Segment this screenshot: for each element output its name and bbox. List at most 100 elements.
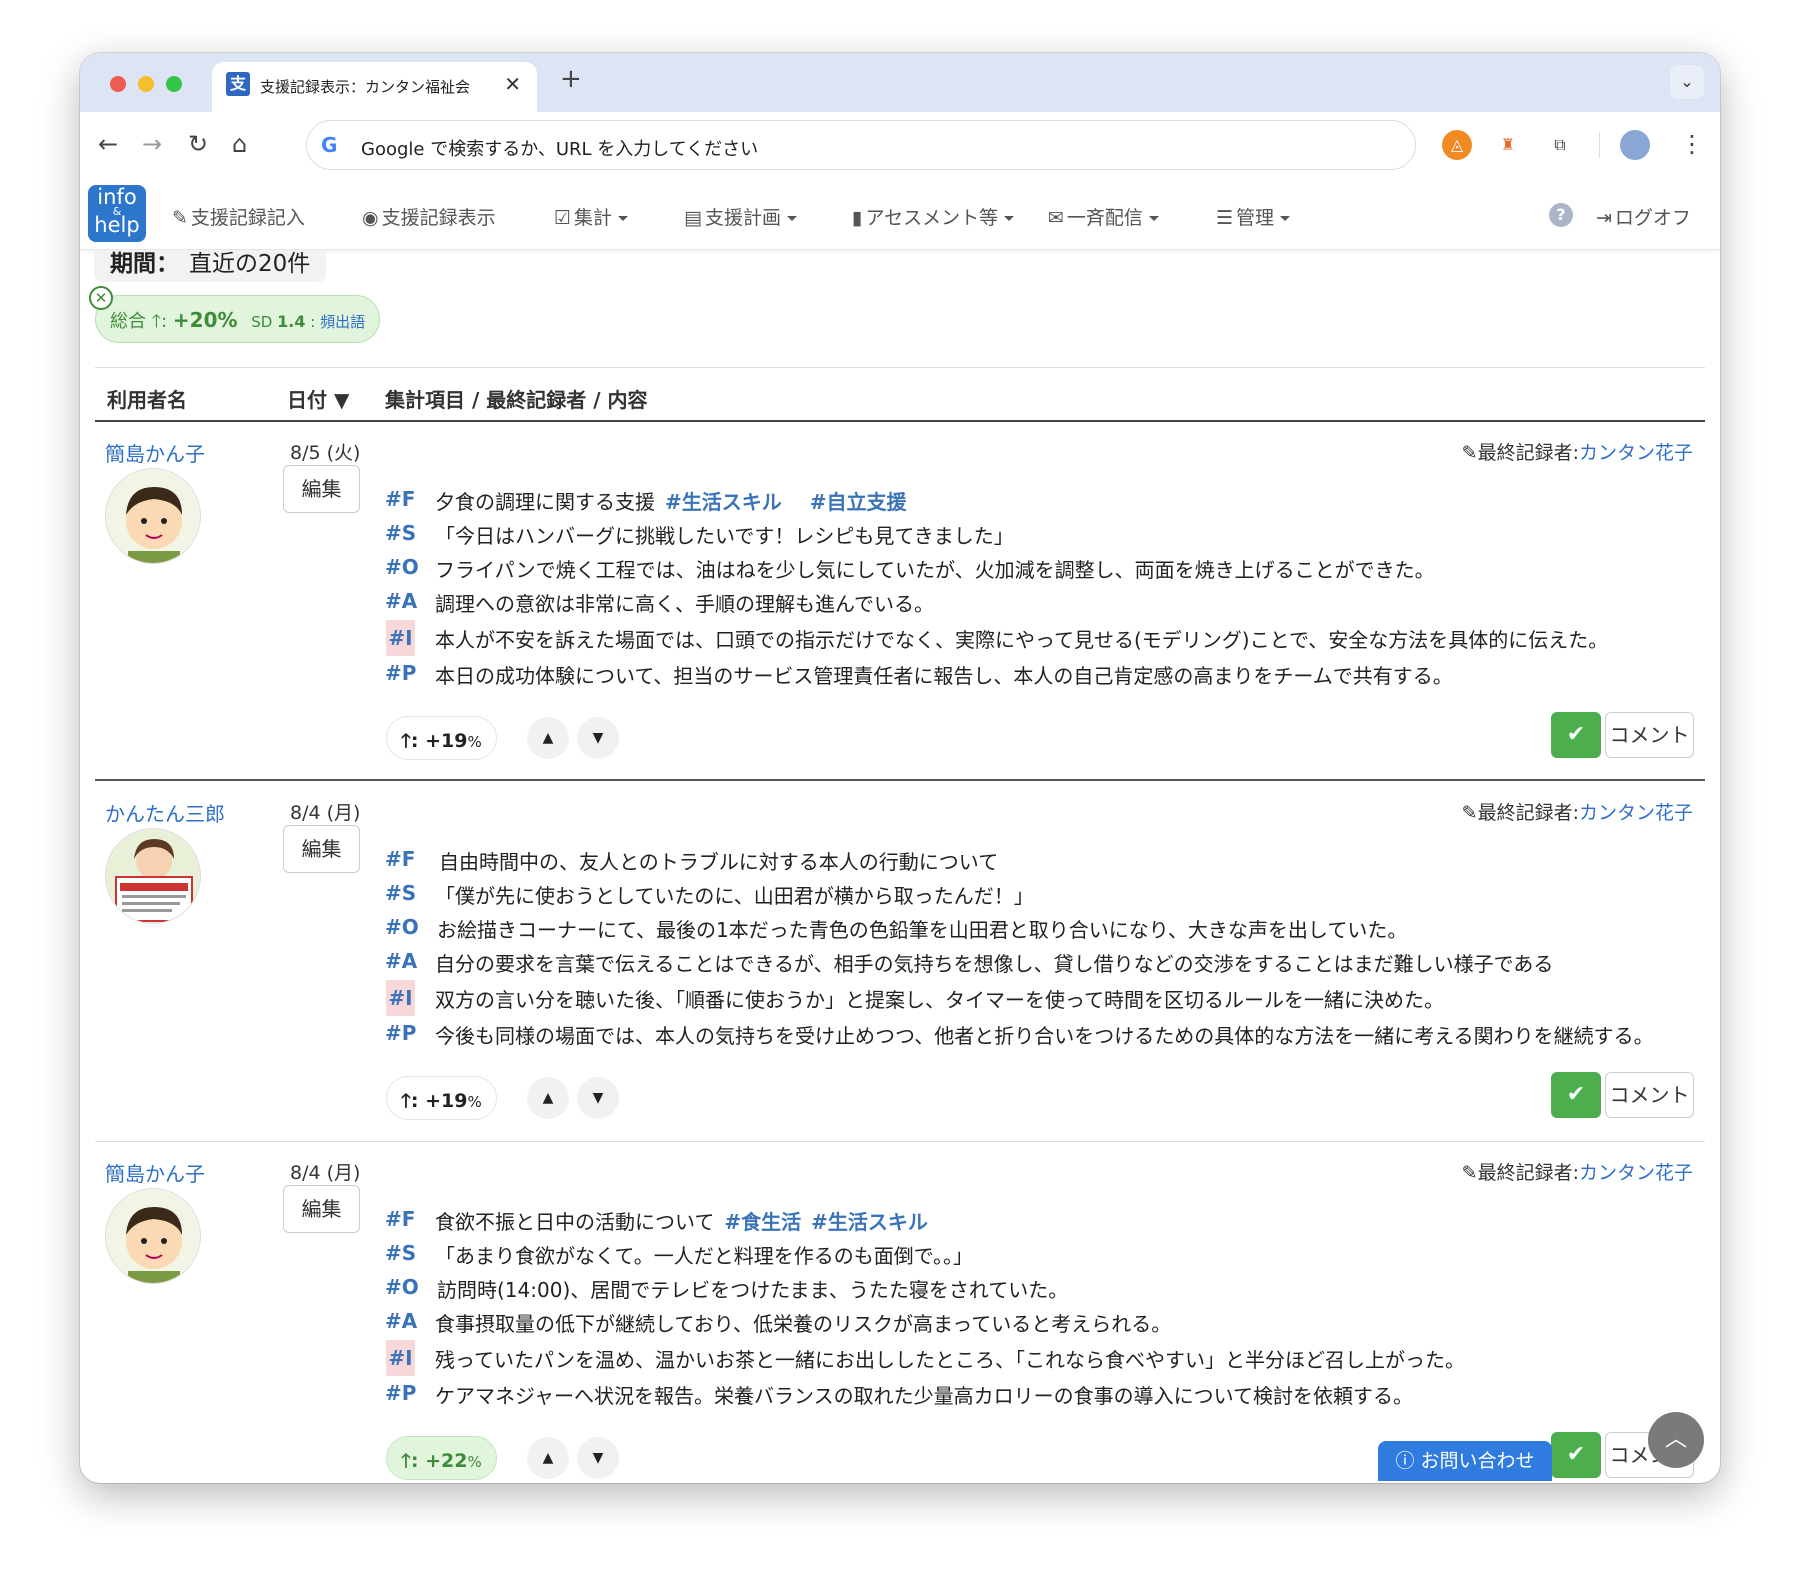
info-help-logo[interactable]: info & help: [88, 185, 146, 242]
avatar: [105, 828, 201, 924]
more-menu-icon[interactable]: ⋮: [1680, 130, 1704, 158]
soap-text: 「今日はハンバーグに挑戦したいです！レシピも見てきました」: [435, 524, 1014, 548]
close-window-button[interactable]: [110, 76, 126, 92]
pencil-icon: ✎: [172, 207, 188, 229]
caret-down-icon: [1148, 216, 1159, 221]
period-value: 直近の20件: [189, 251, 311, 277]
puzzle-icon[interactable]: ⧉: [1545, 130, 1575, 160]
tab-search-chevron-icon[interactable]: ⌄: [1670, 65, 1704, 99]
browser-window: 支 支援記録表示：カンタン福祉会 ✕ + ⌄ ← → ↻ ⌂ G Google …: [80, 53, 1720, 1483]
record-date: 8/5 (火): [290, 442, 361, 464]
nav-broadcast[interactable]: ✉ 一斉配信: [1048, 203, 1159, 230]
close-tab-icon[interactable]: ✕: [504, 72, 521, 96]
soap-text: 本日の成功体験について、担当のサービス管理責任者に報告し、本人の自己肯定感の高ま…: [435, 664, 1453, 688]
confirm-check-button[interactable]: ✔: [1551, 712, 1601, 758]
frequent-words-link[interactable]: 頻出語: [320, 313, 365, 331]
hashtag-link[interactable]: #食生活: [724, 1210, 801, 1234]
confirm-check-button[interactable]: ✔: [1551, 1432, 1601, 1478]
nav-assessment[interactable]: ▮ アセスメント等: [852, 203, 1015, 230]
home-icon[interactable]: ⌂: [232, 130, 247, 158]
nav-admin[interactable]: ☰ 管理: [1216, 203, 1291, 230]
forward-icon[interactable]: →: [142, 130, 162, 158]
soap-text: 食欲不振と日中の活動について #食生活 #生活スキル: [435, 1206, 928, 1235]
recorder-link[interactable]: カンタン花子: [1579, 802, 1693, 824]
scroll-to-top-icon[interactable]: ︿: [1648, 1412, 1704, 1468]
contact-us-button[interactable]: ⓘ お問い合わせ: [1378, 1441, 1552, 1481]
record-user-link[interactable]: 簡島かん子: [105, 438, 205, 467]
list-icon: ▤: [684, 207, 702, 229]
tag-i: #I: [386, 1340, 415, 1376]
nav-support-plan[interactable]: ▤ 支援計画: [684, 203, 797, 230]
record-row: 簡島かん子 8/4 (月) 編集 ✎最終記録者:カンタン花子 #F 食欲不振と日中…: [95, 1142, 1705, 1483]
upvote-button[interactable]: ▲: [527, 1077, 569, 1119]
upvote-button[interactable]: ▲: [527, 717, 569, 759]
tag-s: #S: [385, 1241, 417, 1265]
soap-o: #O 訪問時(14:00)、居間でテレビをつけたまま、うたた寝をされていた。: [385, 1270, 1685, 1304]
reload-icon[interactable]: ↻: [188, 130, 208, 158]
google-icon: G: [321, 133, 338, 157]
record-user-link[interactable]: 簡島かん子: [105, 1158, 205, 1187]
soap-f: #F 自由時間中の、友人とのトラブルに対する本人の行動について: [385, 842, 1685, 876]
trend-badge: 🡑: +19%: [386, 716, 497, 760]
nav-label: 管理: [1236, 207, 1275, 229]
period-filter[interactable]: 期間： 直近の20件: [94, 250, 327, 282]
nav-record-entry[interactable]: ✎ 支援記録記入: [172, 203, 305, 230]
soap-text: 本人が不安を訴えた場面では、口頭での指示だけでなく、実際にやって見せる(モデリン…: [435, 628, 1609, 652]
recorder-link[interactable]: カンタン花子: [1579, 442, 1693, 464]
pencil-icon: ✎: [1461, 442, 1478, 464]
nav-label: 支援計画: [704, 207, 781, 229]
last-recorder-label: 最終記録者:: [1477, 1162, 1579, 1184]
soap-a: #A 食事摂取量の低下が継続しており、低栄養のリスクが高まっていると考えられる。: [385, 1304, 1685, 1338]
soap-text: 「僕が先に使おうとしていたのに、山田君が横から取ったんだ！」: [435, 884, 1034, 908]
edit-button[interactable]: 編集: [283, 825, 360, 873]
hashtag-link[interactable]: #生活スキル: [665, 490, 782, 514]
avatar: [105, 1188, 201, 1284]
column-header-date[interactable]: 日付 ▼: [287, 384, 349, 413]
trend-unit: %: [467, 1453, 482, 1471]
soap-i: #I 残っていたパンを温め、温かいお茶と一緒にお出ししたところ、「これなら食べやす…: [385, 1340, 1685, 1376]
f-text: 夕食の調理に関する支援: [435, 490, 655, 514]
soap-s: #S 「あまり食欲がなくて。一人だと料理を作るのも面倒で。。」: [385, 1236, 1685, 1270]
help-icon[interactable]: ?: [1549, 203, 1573, 227]
tag-s: #S: [385, 881, 417, 905]
comment-button[interactable]: コメント: [1605, 1072, 1694, 1118]
edit-button[interactable]: 編集: [283, 1185, 360, 1233]
nav-record-view[interactable]: ◉ 支援記録表示: [362, 203, 496, 230]
downvote-button[interactable]: ▼: [577, 1437, 619, 1479]
new-tab-icon[interactable]: +: [560, 64, 582, 94]
maximize-window-button[interactable]: [166, 76, 182, 92]
comment-button[interactable]: コメント: [1605, 712, 1694, 758]
eye-icon: ◉: [362, 207, 379, 229]
soap-f: #F 夕食の調理に関する支援 #生活スキル #自立支援: [385, 482, 1685, 516]
hashtag-link[interactable]: #自立支援: [810, 490, 907, 514]
extension-fox-icon[interactable]: ♜: [1493, 130, 1523, 160]
tag-a: #A: [385, 1309, 418, 1333]
main-content: 期間： 直近の20件 総合 🡑: +20% SD 1.4 : 頻出語 ✕ 利用者名…: [80, 250, 1720, 1483]
nav-label: 支援記録記入: [190, 207, 305, 229]
record-user-link[interactable]: かんたん三郎: [105, 798, 225, 827]
recorder-link[interactable]: カンタン花子: [1579, 1162, 1693, 1184]
browser-tab[interactable]: 支 支援記録表示：カンタン福祉会 ✕: [212, 62, 537, 112]
nav-aggregate[interactable]: ☑ 集計: [554, 203, 629, 230]
back-icon[interactable]: ←: [98, 130, 118, 158]
hashtag-link[interactable]: #生活スキル: [811, 1210, 928, 1234]
clear-filter-icon[interactable]: ✕: [89, 286, 113, 310]
tab-strip: 支 支援記録表示：カンタン福祉会 ✕ + ⌄: [80, 53, 1720, 112]
soap-text: 食事摂取量の低下が継続しており、低栄養のリスクが高まっていると考えられる。: [435, 1312, 1172, 1336]
soap-text: 自由時間中の、友人とのトラブルに対する本人の行動について: [439, 850, 999, 874]
summary-badge[interactable]: 総合 🡑: +20% SD 1.4 : 頻出語: [95, 295, 381, 343]
file-icon: ▮: [852, 207, 863, 229]
column-header-user: 利用者名: [107, 388, 187, 412]
confirm-check-button[interactable]: ✔: [1551, 1072, 1601, 1118]
soap-s: #S 「今日はハンバーグに挑戦したいです！レシピも見てきました」: [385, 516, 1685, 550]
extension-icon[interactable]: ◬: [1442, 130, 1472, 160]
profile-avatar[interactable]: [1620, 130, 1650, 160]
downvote-button[interactable]: ▼: [577, 1077, 619, 1119]
downvote-button[interactable]: ▼: [577, 717, 619, 759]
address-bar[interactable]: G Google で検索するか、URL を入力してください: [306, 120, 1416, 170]
edit-button[interactable]: 編集: [283, 465, 360, 513]
upvote-button[interactable]: ▲: [527, 1437, 569, 1479]
minimize-window-button[interactable]: [138, 76, 154, 92]
logoff-link[interactable]: ⇥ ログオフ: [1596, 203, 1691, 230]
sd-label: SD: [251, 313, 273, 331]
